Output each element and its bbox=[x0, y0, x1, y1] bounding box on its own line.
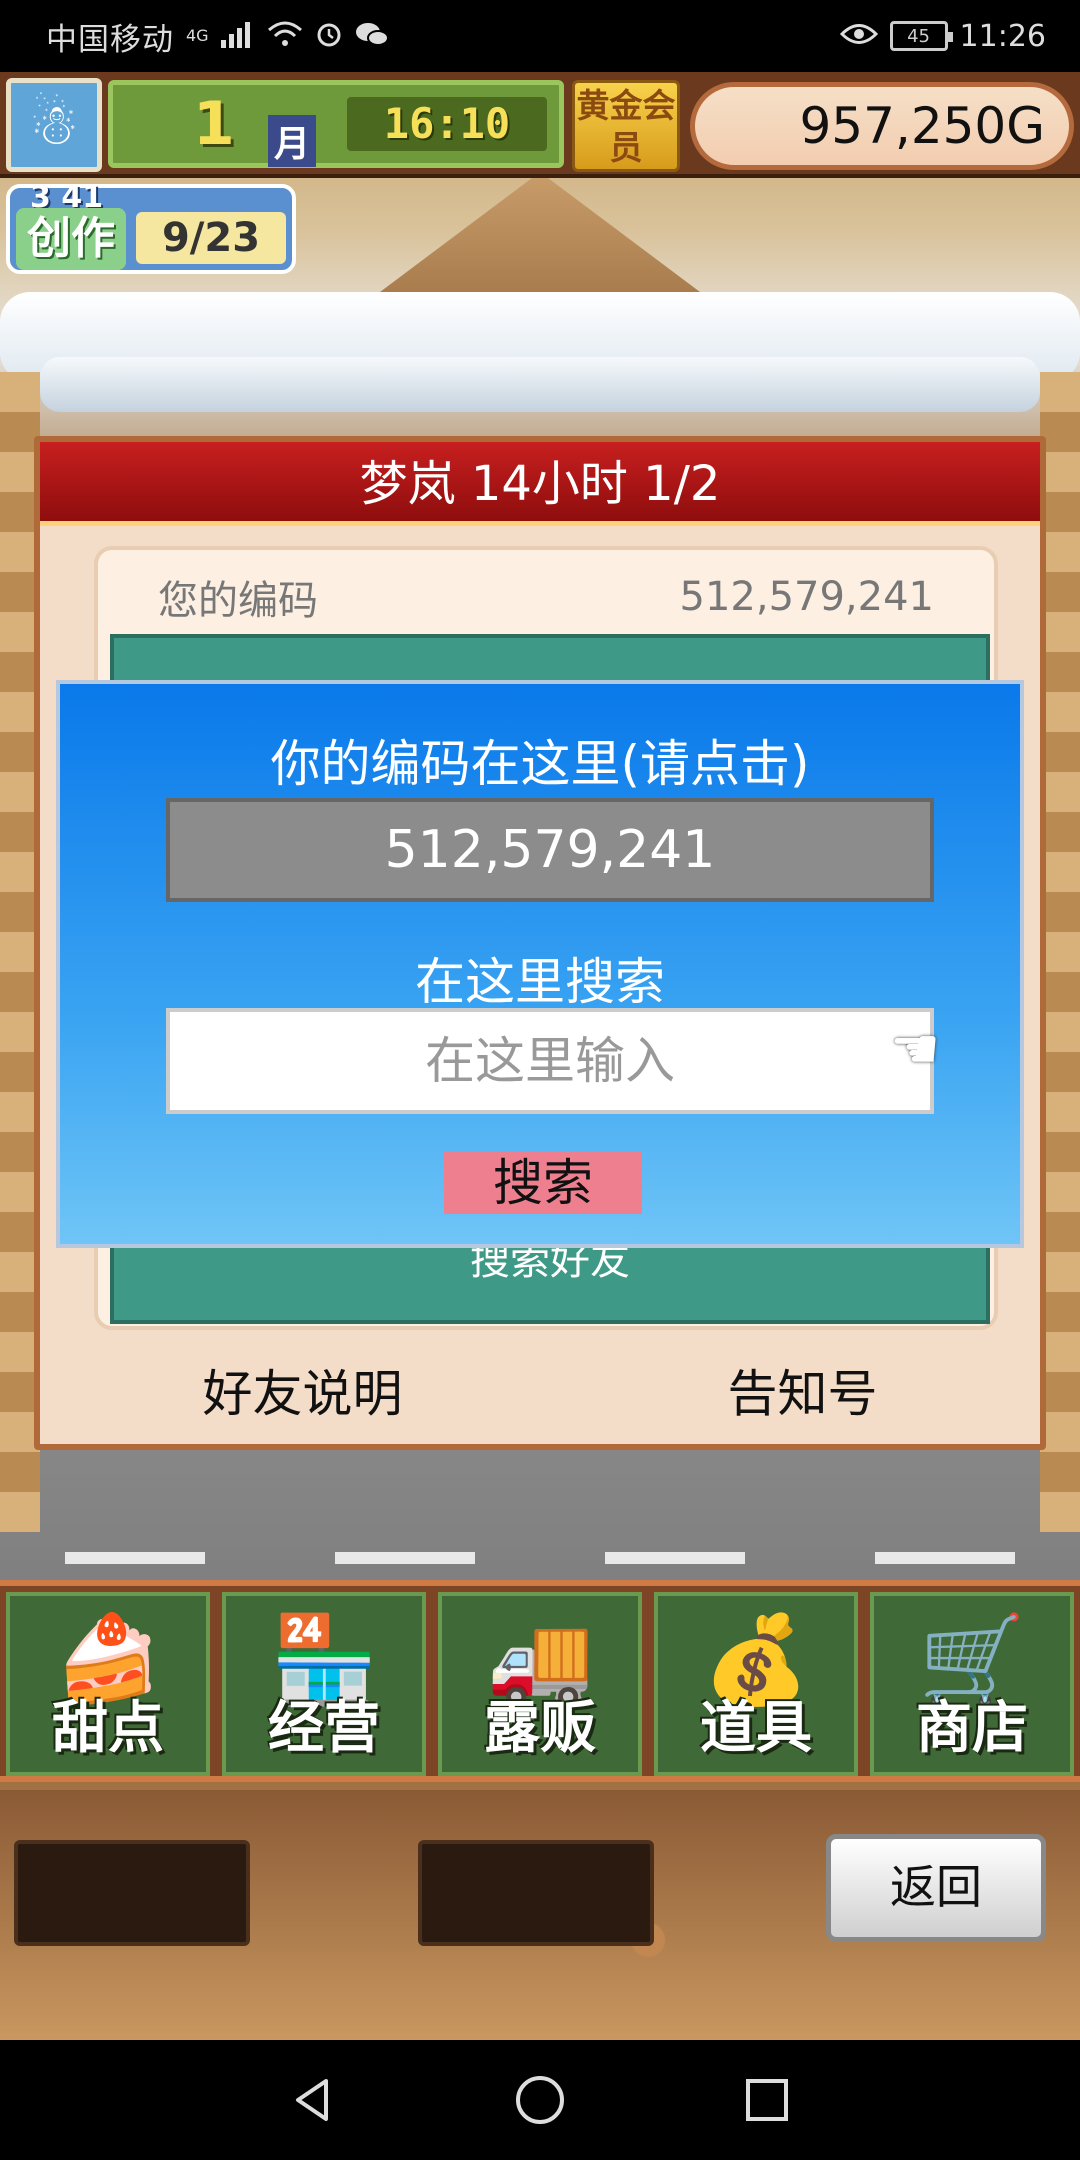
home-nav-icon[interactable] bbox=[505, 2065, 575, 2135]
bottom-strip: 返回 bbox=[0, 1790, 1080, 2040]
game-scene: ☃ 1 月 16:10 黄金会员 957,250G 3 41 创作 9/23 梦… bbox=[0, 72, 1080, 2040]
menu-item-shop[interactable]: 🛒 商店 bbox=[870, 1592, 1074, 1776]
money-display: 957,250G bbox=[690, 82, 1074, 170]
panel-title: 梦岚 14小时 1/2 bbox=[40, 442, 1040, 526]
battery-icon: 45 bbox=[889, 21, 953, 51]
carrier-name: 中国移动 bbox=[46, 21, 174, 58]
create-status-badge[interactable]: 3 41 创作 9/23 bbox=[6, 180, 296, 274]
menu-item-dessert[interactable]: 🍰 甜点 bbox=[6, 1592, 210, 1776]
back-button[interactable]: 返回 bbox=[826, 1834, 1046, 1942]
menu-label: 甜点 bbox=[52, 1696, 164, 1761]
back-nav-icon[interactable] bbox=[278, 2065, 348, 2135]
menu-label: 商店 bbox=[916, 1696, 1028, 1761]
network-type: 4G bbox=[186, 26, 209, 45]
your-code-label: 您的编码 bbox=[158, 578, 318, 624]
create-progress: 9/23 bbox=[136, 212, 286, 264]
alarm-icon bbox=[315, 20, 343, 53]
menu-label: 露贩 bbox=[484, 1696, 596, 1761]
month-number: 1 bbox=[193, 89, 235, 159]
background-snow-ledge bbox=[40, 357, 1040, 412]
search-button[interactable]: 搜索 bbox=[444, 1152, 642, 1214]
menu-label: 经营 bbox=[268, 1696, 380, 1761]
menu-item-manage[interactable]: 🏪 经营 bbox=[222, 1592, 426, 1776]
create-label: 创作 bbox=[16, 208, 126, 270]
calendar-panel: 1 月 16:10 bbox=[108, 80, 564, 168]
recents-nav-icon[interactable] bbox=[732, 2065, 802, 2135]
your-code-row: 您的编码 512,579,241 bbox=[98, 558, 994, 636]
month-unit: 月 bbox=[268, 115, 317, 167]
empty-slot-left bbox=[14, 1840, 250, 1946]
menu-label: 道具 bbox=[700, 1696, 812, 1761]
code-copy-box[interactable]: 512,579,241 bbox=[166, 798, 934, 902]
your-code-value: 512,579,241 bbox=[679, 574, 934, 620]
friend-code-dialog: 你的编码在这里(请点击) 512,579,241 在这里搜索 ☚ 搜索 bbox=[56, 680, 1024, 1248]
game-time: 16:10 bbox=[347, 97, 547, 151]
status-right: 45 11:26 bbox=[839, 18, 1046, 54]
pointing-hand-icon: ☚ bbox=[890, 1017, 941, 1082]
clock: 11:26 bbox=[959, 18, 1046, 54]
wechat-icon bbox=[355, 20, 389, 53]
panel-footer: 好友说明 告知号 bbox=[40, 1358, 1040, 1430]
menu-item-items[interactable]: 💰 道具 bbox=[654, 1592, 858, 1776]
snowman-icon: ☃ bbox=[28, 92, 80, 158]
signal-icon bbox=[220, 20, 255, 53]
wifi-icon bbox=[267, 20, 303, 53]
menu-item-stall[interactable]: 🚚 露贩 bbox=[438, 1592, 642, 1776]
road-markings bbox=[0, 1552, 1080, 1566]
background-pillar-right bbox=[1040, 372, 1080, 1532]
gold-member-badge[interactable]: 黄金会员 bbox=[572, 80, 680, 172]
navigation-bar bbox=[0, 2040, 1080, 2160]
empty-slot-middle bbox=[418, 1840, 654, 1946]
search-prompt: 在这里搜索 bbox=[415, 953, 665, 1011]
status-bar: 中国移动 4G 45 11:26 bbox=[0, 0, 1080, 72]
eye-icon bbox=[839, 21, 878, 52]
search-input[interactable] bbox=[166, 1008, 934, 1114]
notice-button[interactable]: 告知号 bbox=[728, 1358, 878, 1430]
friend-help-button[interactable]: 好友说明 bbox=[203, 1358, 403, 1430]
dialog-title: 你的编码在这里(请点击) bbox=[270, 735, 810, 793]
bottom-menu: 🍰 甜点 🏪 经营 🚚 露贩 💰 道具 🛒 商店 bbox=[0, 1580, 1080, 1782]
hud-top-bar: ☃ 1 月 16:10 黄金会员 957,250G bbox=[0, 72, 1080, 178]
status-left: 中国移动 4G bbox=[46, 14, 389, 59]
avatar[interactable]: ☃ bbox=[6, 78, 102, 172]
